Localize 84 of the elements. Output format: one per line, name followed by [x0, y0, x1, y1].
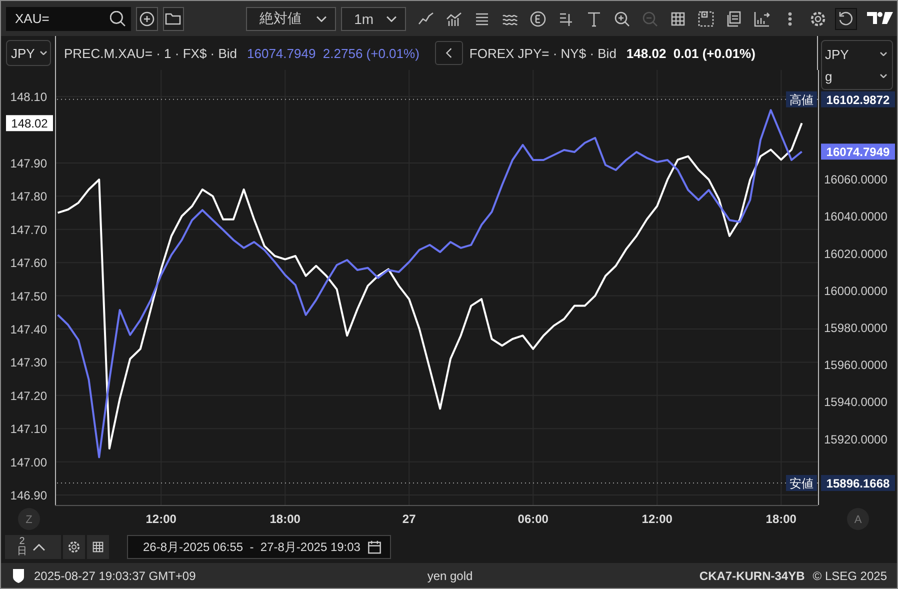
time-label: 12:00: [146, 512, 176, 526]
shield-icon: [13, 568, 24, 582]
axis-label: 16020.0000: [824, 246, 888, 261]
axis-label: 15940.0000: [824, 395, 888, 410]
chevron-down-icon: [40, 51, 47, 55]
axis-label: 147.90: [10, 156, 47, 170]
chevron-down-icon: [880, 74, 887, 78]
more-icon: [788, 12, 792, 26]
ref-line-label: 15896.1668: [826, 476, 890, 490]
currency-select[interactable]: JPY: [6, 40, 51, 66]
axis-label: 15980.0000: [824, 320, 888, 335]
unit-select[interactable]: JPY: [822, 43, 892, 65]
chevron-left-icon: [446, 48, 452, 58]
table-icon: [669, 10, 687, 28]
time-label: 18:00: [766, 512, 796, 526]
settings-button[interactable]: [63, 535, 85, 559]
events-icon: [529, 10, 547, 28]
dropdown[interactable]: 絶対値: [246, 6, 336, 30]
price-tag: 15896.1668: [821, 474, 895, 491]
axis-label: 147.60: [10, 256, 47, 270]
time-label: 18:00: [270, 512, 300, 526]
settings-icon: [67, 540, 81, 554]
chevron-up-icon: [33, 544, 45, 550]
axis-label: 147.20: [10, 388, 47, 403]
axis-label: 15960.0000: [824, 358, 888, 372]
timestamp: 2025-08-27 19:03:37 GMT+09: [34, 568, 196, 582]
axis-label: 147.50: [10, 289, 47, 304]
axis-label: 147.40: [10, 322, 47, 336]
time-label: 06:00: [518, 512, 548, 526]
table-icon: [91, 540, 105, 554]
document-icon: [725, 10, 743, 28]
annotation: 安値: [790, 476, 814, 490]
legend-symbol: FOREX JPY= · NY$ · Bid: [469, 46, 616, 60]
ref-line-label: 16102.9872: [826, 92, 890, 107]
dropdown[interactable]: 1m: [341, 6, 406, 30]
annotation: 高値: [790, 92, 814, 107]
chevron-down-icon: [316, 16, 328, 22]
search-field[interactable]: XAU=: [6, 6, 131, 30]
table-button[interactable]: [87, 535, 109, 559]
add-icon: [138, 10, 156, 28]
search-icon: [110, 10, 126, 26]
axis-label: 147.80: [10, 190, 47, 204]
axis-label: 15920.0000: [824, 432, 888, 446]
reset-button[interactable]: [835, 8, 857, 30]
legend-quote: 16074.7949 2.2756 (+0.01%): [247, 46, 420, 60]
legend-symbol: PREC.M.XAU= · 1 · FX$ · Bid: [64, 46, 238, 60]
axis-label: 148.10: [10, 90, 47, 104]
range-button[interactable]: 2日: [5, 535, 61, 559]
time-label: 27: [402, 512, 416, 526]
unit-select[interactable]: g: [822, 65, 892, 87]
axis-label: 16000.0000: [824, 284, 888, 298]
marker-label: 高値: [786, 91, 817, 108]
chevron-down-icon: [880, 52, 887, 56]
date-range-field[interactable]: 26-8月-2025 06:55 - 27-8月-2025 19:03: [127, 535, 392, 559]
folder-button[interactable]: [162, 6, 184, 30]
axis-label: 147.70: [10, 222, 47, 237]
chevron-down-icon: [386, 16, 397, 22]
calendar-icon: [368, 540, 382, 554]
zoom-out-icon: [641, 10, 659, 28]
text-tool-icon: [585, 10, 603, 28]
snapshot-icon: [697, 10, 715, 28]
price-tag: 16102.9872: [821, 91, 895, 108]
axis-label: 147.00: [10, 455, 47, 470]
axis-label: 147.30: [10, 356, 47, 370]
copyright: © LSEG 2025: [812, 568, 887, 582]
settings-icon: [809, 10, 827, 28]
zoom-in-icon: [613, 10, 631, 28]
axis-label: 147.10: [10, 422, 47, 436]
axis-label: 16040.0000: [824, 210, 888, 224]
price-tag: 16074.7949: [821, 144, 895, 160]
reset-icon: [837, 10, 855, 28]
price-tag: 148.02: [6, 115, 53, 132]
workspace-title: yen gold: [427, 568, 473, 582]
time-label: 12:00: [642, 512, 672, 526]
logo-icon: [867, 12, 893, 26]
indicator-icon: [445, 10, 463, 28]
collapse-button[interactable]: [435, 41, 464, 65]
marker-label: 安値: [786, 474, 817, 491]
legend-quote: 148.02 0.01 (+0.01%): [626, 46, 756, 60]
axis-label: 146.90: [10, 488, 47, 503]
session-id: CKA7-KURN-34YB: [699, 568, 805, 582]
chart-export-icon: [753, 10, 771, 28]
add-button[interactable]: [136, 6, 158, 30]
axis-label: 16060.0000: [824, 172, 888, 187]
